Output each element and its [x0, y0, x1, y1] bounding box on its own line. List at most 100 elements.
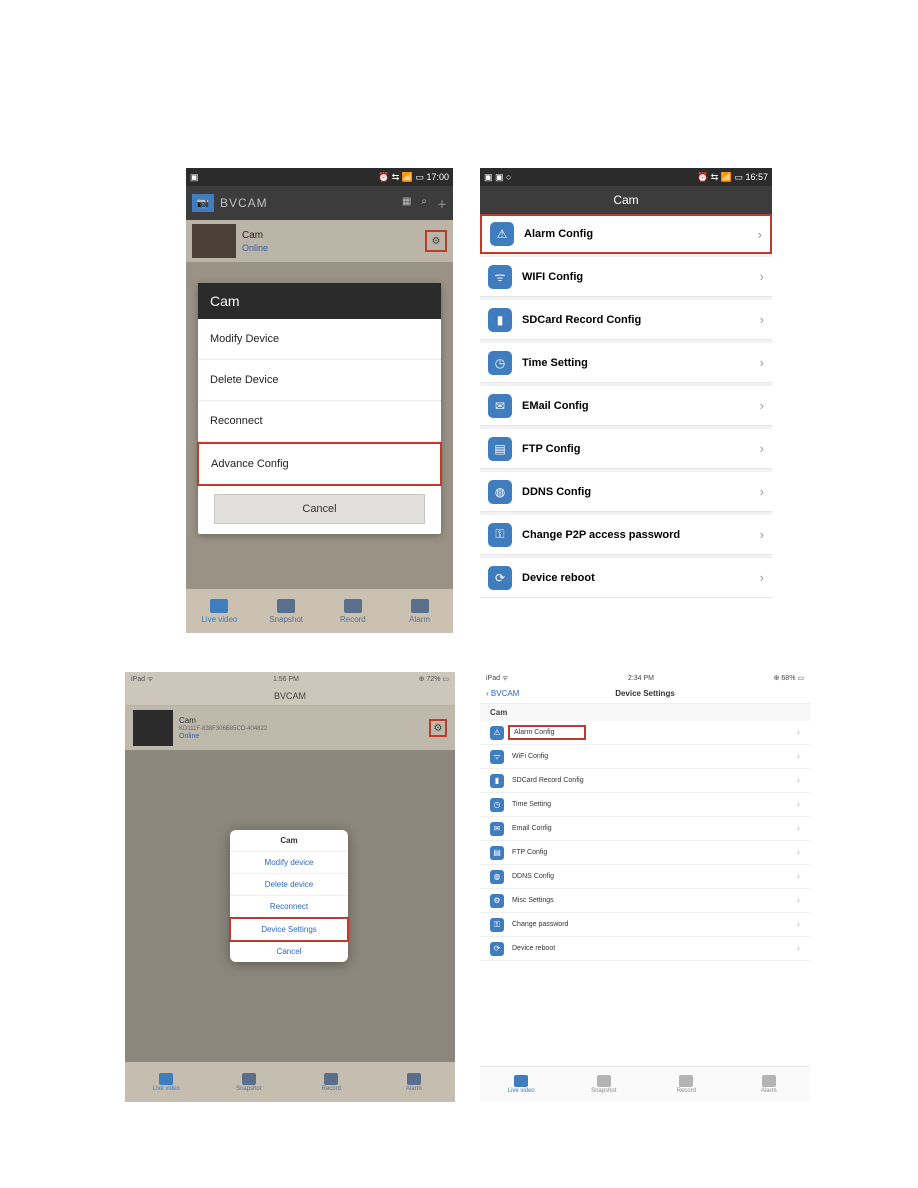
cancel-button[interactable]: Cancel: [214, 494, 425, 524]
live-icon: [159, 1073, 173, 1085]
dialog-item-reconnect[interactable]: Reconnect: [230, 896, 348, 918]
row-email-config[interactable]: ✉ EMail Config ›: [480, 386, 772, 426]
chevron-right-icon: ›: [797, 871, 800, 882]
record-icon: [679, 1075, 693, 1087]
camera-name: Cam: [179, 716, 267, 725]
app-logo-icon: 📷: [192, 194, 214, 212]
status-right: ⏰ ⇆ 📶 ▭ 16:57: [697, 172, 768, 183]
chevron-right-icon: ›: [797, 775, 800, 786]
status-center: 1:56 PM: [273, 676, 299, 683]
row-wifi-config[interactable]: ᯤ WIFI Config ›: [480, 257, 772, 297]
row-change-password[interactable]: ⚿ Change P2P access password ›: [480, 515, 772, 555]
tab-alarm[interactable]: Alarm: [386, 589, 453, 633]
chevron-right-icon: ›: [758, 227, 762, 242]
row-misc-settings[interactable]: ⚙ Misc Settings ›: [480, 889, 810, 913]
tab-bar: Live video Snapshot Record Alarm: [186, 589, 453, 633]
header-title: Device Settings: [615, 689, 675, 698]
record-icon: [344, 599, 362, 613]
wifi-icon: ᯤ: [488, 265, 512, 289]
status-bar: iPad ᯤ 1:56 PM ⊕ 72% ▭: [125, 672, 455, 686]
row-ddns-config[interactable]: ◍ DDNS Config ›: [480, 472, 772, 512]
row-device-reboot[interactable]: ⟳ Device reboot ›: [480, 558, 772, 598]
sheet-item-delete[interactable]: Delete Device: [198, 360, 441, 401]
row-email-config[interactable]: ✉ Email Config ›: [480, 817, 810, 841]
row-ftp-config[interactable]: ▤ FTP Config ›: [480, 429, 772, 469]
row-time-setting[interactable]: ◷ Time Setting ›: [480, 793, 810, 817]
row-alarm-config[interactable]: ⚠ Alarm Config ›: [480, 721, 810, 745]
camera-row[interactable]: Cam KD111F-838F306B85CD-404822 Online ⚙: [125, 706, 455, 750]
screenshot-android-config: ▣ ▣ ○ ⏰ ⇆ 📶 ▭ 16:57 Cam ⚠ Alarm Config ›…: [480, 168, 772, 584]
tab-snapshot[interactable]: Snapshot: [253, 589, 320, 633]
gear-icon: ⚙: [490, 894, 504, 908]
ddns-icon: ◍: [490, 870, 504, 884]
tab-alarm[interactable]: Alarm: [373, 1062, 456, 1102]
row-ddns-config[interactable]: ◍ DDNS Config ›: [480, 865, 810, 889]
chevron-right-icon: ›: [797, 895, 800, 906]
chevron-right-icon: ›: [760, 570, 764, 585]
sheet-item-reconnect[interactable]: Reconnect: [198, 401, 441, 442]
camera-row[interactable]: Cam Online ⚙: [186, 220, 453, 262]
row-sdcard-config[interactable]: ▮ SDCard Record Config ›: [480, 769, 810, 793]
row-device-reboot[interactable]: ⟳ Device reboot ›: [480, 937, 810, 961]
clock-icon: ◷: [490, 798, 504, 812]
action-sheet: Cam Modify Device Delete Device Reconnec…: [198, 283, 441, 534]
alarm-icon: [762, 1075, 776, 1087]
key-icon: ⚿: [490, 918, 504, 932]
camera-status: Online: [179, 733, 267, 740]
tab-live-video[interactable]: Live video: [480, 1067, 563, 1102]
screen-title: Cam: [480, 186, 772, 214]
tab-live-video[interactable]: Live video: [186, 589, 253, 633]
row-change-password[interactable]: ⚿ Change password ›: [480, 913, 810, 937]
chevron-right-icon: ›: [760, 312, 764, 327]
row-time-setting[interactable]: ◷ Time Setting ›: [480, 343, 772, 383]
status-left: ▣ ▣ ○: [484, 172, 511, 183]
chevron-right-icon: ›: [760, 527, 764, 542]
add-icon[interactable]: ＋: [437, 196, 447, 211]
dialog-title: Cam: [230, 830, 348, 852]
sheet-title: Cam: [198, 283, 441, 319]
tab-alarm[interactable]: Alarm: [728, 1067, 811, 1102]
row-wifi-config[interactable]: ᯤ WiFi Config ›: [480, 745, 810, 769]
chevron-right-icon: ›: [760, 441, 764, 456]
tab-record[interactable]: Record: [320, 589, 387, 633]
row-sdcard-config[interactable]: ▮ SDCard Record Config ›: [480, 300, 772, 340]
reboot-icon: ⟳: [490, 942, 504, 956]
chevron-right-icon: ›: [760, 398, 764, 413]
grid-icon[interactable]: ▦: [402, 196, 411, 211]
sdcard-icon: ▮: [490, 774, 504, 788]
tab-record[interactable]: Record: [290, 1062, 373, 1102]
tab-snapshot[interactable]: Snapshot: [563, 1067, 646, 1102]
camera-status: Online: [242, 243, 268, 253]
row-alarm-config[interactable]: ⚠ Alarm Config ›: [480, 214, 772, 254]
back-button[interactable]: ‹ BVCAM: [486, 689, 519, 698]
settings-gear-icon[interactable]: ⚙: [425, 230, 447, 252]
camera-thumbnail: [192, 224, 236, 258]
sheet-item-modify[interactable]: Modify Device: [198, 319, 441, 360]
alarm-icon: [407, 1073, 421, 1085]
screenshot-ipad-list: iPad ᯤ 1:56 PM ⊕ 72% ▭ BVCAM Cam KD111F-…: [125, 672, 455, 1102]
live-icon: [514, 1075, 528, 1087]
chevron-right-icon: ›: [797, 727, 800, 738]
tab-live-video[interactable]: Live video: [125, 1062, 208, 1102]
dialog-item-delete[interactable]: Delete device: [230, 874, 348, 896]
dialog-item-device-settings[interactable]: Device Settings: [229, 917, 349, 942]
sheet-item-advance-config[interactable]: Advance Config: [197, 442, 442, 486]
search-icon[interactable]: ⌕: [421, 196, 427, 211]
tab-bar: Live video Snapshot Record Alarm: [480, 1066, 810, 1102]
dialog-item-modify[interactable]: Modify device: [230, 852, 348, 874]
status-bar: ▣ ▣ ○ ⏰ ⇆ 📶 ▭ 16:57: [480, 168, 772, 186]
settings-gear-icon[interactable]: ⚙: [429, 719, 447, 737]
tab-record[interactable]: Record: [645, 1067, 728, 1102]
row-ftp-config[interactable]: ▤ FTP Config ›: [480, 841, 810, 865]
live-icon: [210, 599, 228, 613]
record-icon: [324, 1073, 338, 1085]
cancel-button[interactable]: Cancel: [230, 941, 348, 962]
app-title: BVCAM: [125, 686, 455, 706]
alarm-icon: [411, 599, 429, 613]
chevron-right-icon: ›: [797, 847, 800, 858]
camera-id: KD111F-838F306B85CD-404822: [179, 726, 267, 732]
chevron-right-icon: ›: [760, 484, 764, 499]
status-center: 2:34 PM: [628, 675, 654, 682]
tab-snapshot[interactable]: Snapshot: [208, 1062, 291, 1102]
camera-thumbnail: [133, 710, 173, 746]
